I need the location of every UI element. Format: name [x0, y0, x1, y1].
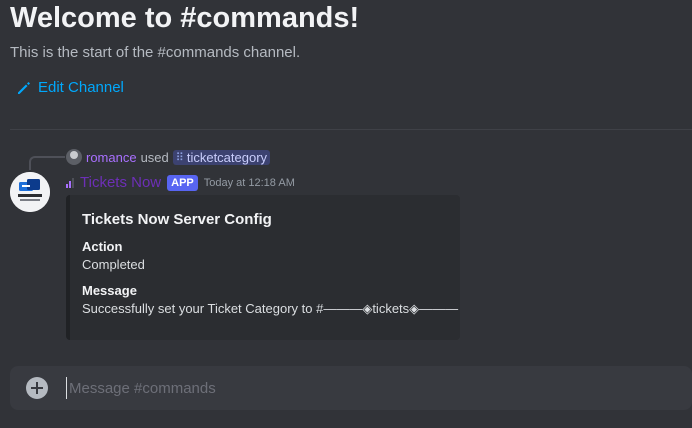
command-mention[interactable]: ⠿ ticketcategory: [172, 149, 271, 165]
reply-spine: [29, 156, 65, 170]
embed-title: Tickets Now Server Config: [82, 211, 272, 228]
channel-welcome-subtitle: This is the start of the #commands chann…: [10, 44, 301, 61]
reply-username[interactable]: romance: [86, 150, 137, 165]
message-header: Tickets Now APP Today at 12:18 AM: [66, 174, 295, 191]
embed-field-name: Action: [82, 239, 123, 254]
embed-field-value: Completed: [82, 257, 145, 272]
message-input[interactable]: [66, 377, 692, 399]
bot-username[interactable]: Tickets Now: [80, 174, 161, 191]
edit-channel-button[interactable]: Edit Channel: [16, 79, 124, 96]
message-composer: [10, 366, 692, 410]
message-embed: Tickets Now Server Config Action Complet…: [66, 195, 460, 340]
pencil-icon: [18, 81, 30, 94]
reply-context[interactable]: romance used ⠿ ticketcategory: [66, 149, 271, 165]
reply-avatar[interactable]: [66, 149, 82, 165]
edit-channel-label: Edit Channel: [38, 79, 124, 96]
avatar[interactable]: [10, 172, 50, 212]
signal-icon: [66, 177, 74, 188]
slash-command-icon: ⠿: [175, 151, 184, 164]
divider: [10, 129, 692, 130]
add-attachment-button[interactable]: [26, 377, 48, 399]
message-timestamp[interactable]: Today at 12:18 AM: [204, 177, 295, 189]
channel-view: Welcome to #commands! This is the start …: [0, 0, 692, 428]
app-badge: APP: [167, 174, 198, 191]
tickets-now-logo: [10, 172, 50, 212]
command-name: ticketcategory: [186, 149, 268, 165]
embed-field-value: Successfully set your Ticket Category to…: [82, 301, 459, 316]
channel-welcome-title: Welcome to #commands!: [10, 2, 360, 34]
embed-field-name: Message: [82, 283, 137, 298]
reply-used-text: used: [140, 149, 169, 165]
